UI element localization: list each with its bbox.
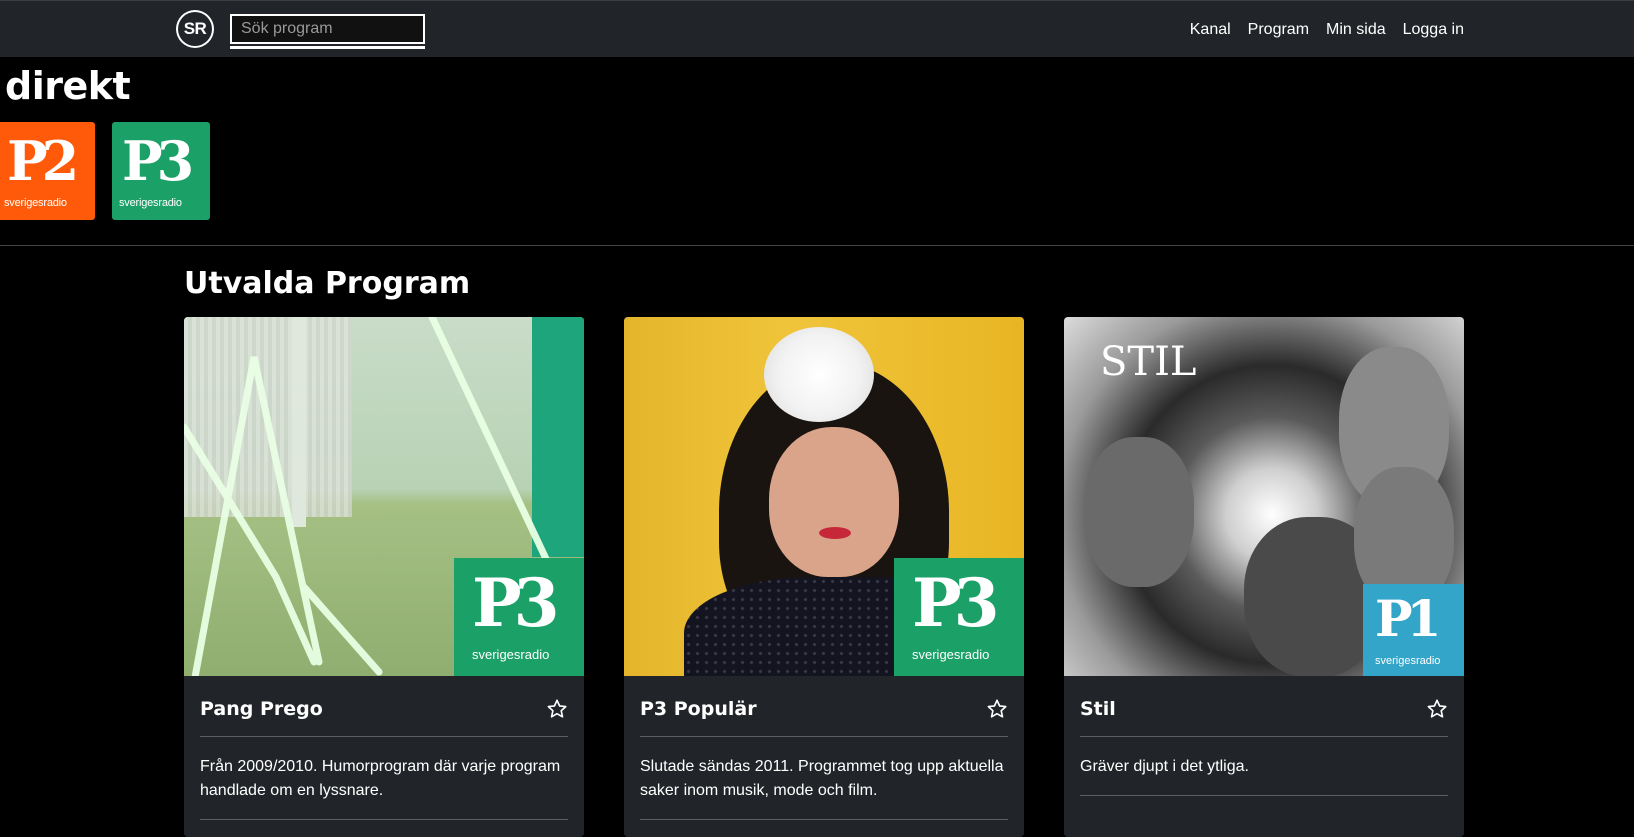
featured-heading: Utvalda Program	[184, 266, 471, 301]
program-description: Från 2009/2010. Humorprogram där varje p…	[200, 758, 561, 799]
nav-link-logga-in[interactable]: Logga in	[1403, 21, 1464, 39]
image-lips	[819, 527, 851, 539]
image-stil-title: STIL	[1100, 339, 1197, 385]
card-divider-bottom	[640, 819, 1008, 820]
image-flower	[764, 327, 874, 422]
image-face	[769, 427, 899, 577]
p3-badge: P3 sverigesradio	[454, 558, 584, 676]
program-image: STIL P1 sverigesradio	[1064, 317, 1464, 676]
star-outline-icon[interactable]	[1426, 698, 1448, 720]
p3-badge-brand: sverigesradio	[472, 647, 550, 662]
card-header: Stil	[1080, 694, 1448, 724]
p3-badge-logo: P3	[912, 564, 1000, 642]
program-image: P3 sverigesradio	[184, 317, 584, 676]
search-underline	[230, 46, 425, 49]
star-outline-icon[interactable]	[986, 698, 1008, 720]
main-nav: Kanal Program Min sida Logga in	[1173, 1, 1464, 58]
star-outline-icon[interactable]	[546, 698, 568, 720]
section-divider	[0, 245, 1634, 246]
channel-p2-brand: sverigesradio	[4, 197, 67, 209]
channel-p3-logo: P3	[122, 129, 194, 193]
program-card-pang-prego[interactable]: P3 sverigesradio Pang Prego Från 2009/20…	[184, 317, 584, 837]
p3-badge-brand: sverigesradio	[912, 647, 990, 662]
nav-link-min-sida[interactable]: Min sida	[1326, 21, 1386, 39]
card-body: P3 Populär Slutade sändas 2011. Programm…	[624, 676, 1024, 820]
program-title[interactable]: Stil	[1080, 698, 1116, 720]
channel-p2-logo: P2	[7, 129, 79, 193]
image-portrait-1	[1084, 437, 1194, 587]
channel-p3-tile[interactable]: P3 sverigesradio	[112, 122, 210, 220]
card-header: P3 Populär	[640, 694, 1008, 724]
program-description: Slutade sändas 2011. Programmet tog upp …	[640, 758, 1004, 799]
channel-p2-tile[interactable]: P2 sverigesradio	[0, 122, 95, 220]
program-description: Gräver djupt i det ytliga.	[1080, 758, 1249, 775]
p1-badge-logo: P1	[1375, 589, 1441, 648]
program-card-p3-popular[interactable]: P3 sverigesradio P3 Populär Slutade sänd…	[624, 317, 1024, 837]
p3-badge: P3 sverigesradio	[894, 558, 1024, 676]
p3-badge-logo: P3	[472, 564, 560, 642]
program-card-stil[interactable]: STIL P1 sverigesradio Stil Gräver djupt …	[1064, 317, 1464, 837]
program-image: P3 sverigesradio	[624, 317, 1024, 676]
nav-link-kanal[interactable]: Kanal	[1190, 21, 1231, 39]
p1-badge: P1 sverigesradio	[1363, 584, 1464, 676]
card-body: Pang Prego Från 2009/2010. Humorprogram …	[184, 676, 584, 820]
p1-badge-brand: sverigesradio	[1375, 655, 1441, 667]
nav-link-program[interactable]: Program	[1248, 21, 1309, 39]
card-header: Pang Prego	[200, 694, 568, 724]
card-divider-bottom	[200, 819, 568, 820]
sr-logo-inner: SR	[178, 12, 212, 46]
search-input[interactable]	[230, 14, 425, 44]
card-divider-bottom	[1080, 795, 1448, 796]
top-navbar: SR Kanal Program Min sida Logga in	[0, 0, 1634, 57]
program-title[interactable]: P3 Populär	[640, 698, 757, 720]
live-heading: direkt	[5, 64, 131, 108]
channel-p3-brand: sverigesradio	[119, 197, 182, 209]
card-body: Stil Gräver djupt i det ytliga.	[1064, 676, 1464, 796]
program-title[interactable]: Pang Prego	[200, 698, 323, 720]
sr-logo[interactable]: SR	[176, 10, 214, 48]
sr-logo-text: SR	[183, 19, 207, 38]
